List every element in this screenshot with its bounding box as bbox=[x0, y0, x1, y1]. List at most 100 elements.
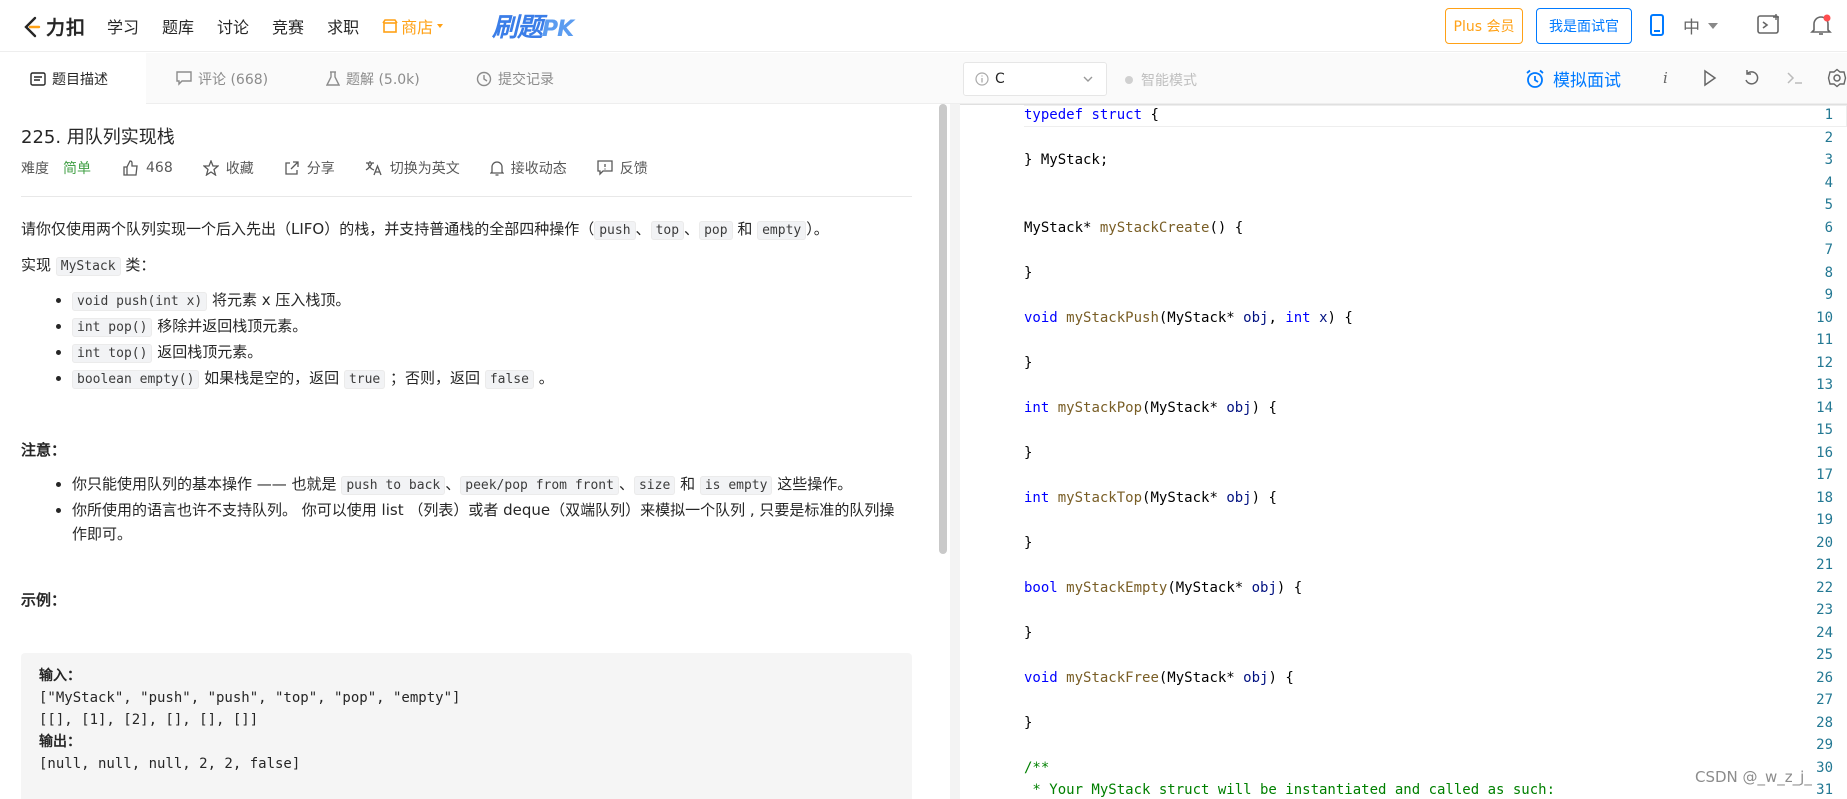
code-token: { bbox=[1142, 107, 1159, 123]
line-number: 10 bbox=[1816, 309, 1833, 326]
line-number: 8 bbox=[1824, 264, 1833, 281]
info-italic-icon[interactable]: i bbox=[1659, 68, 1673, 88]
code-token: myStackFree bbox=[1066, 669, 1159, 686]
code-line[interactable]: void myStackFree(MyStack* obj) { bbox=[1024, 670, 1294, 686]
run-icon[interactable] bbox=[1702, 68, 1718, 88]
tab-submissions-label: 提交记录 bbox=[498, 71, 554, 88]
code-token: } bbox=[1024, 534, 1033, 551]
line-number: 26 bbox=[1816, 669, 1833, 686]
plus-member-button[interactable]: Plus 会员 bbox=[1445, 8, 1523, 44]
reset-icon[interactable] bbox=[1743, 68, 1761, 88]
tab-solutions-label: 题解 (5.0k) bbox=[346, 71, 420, 88]
line-number: 6 bbox=[1824, 219, 1833, 236]
notification-bell-icon[interactable] bbox=[1810, 14, 1832, 36]
code-line[interactable]: int myStackTop(MyStack* obj) { bbox=[1024, 490, 1277, 506]
nav-learn[interactable]: 学习 bbox=[107, 14, 139, 38]
tab-solutions[interactable]: 题解 (5.0k) bbox=[296, 53, 446, 104]
mock-interview-button[interactable]: 模拟面试 bbox=[1525, 66, 1621, 91]
code-token: myStackCreate bbox=[1099, 219, 1210, 236]
tab-comments[interactable]: 评论 (668) bbox=[146, 53, 296, 104]
code-push: push bbox=[594, 221, 636, 240]
code-token: * Your MyStack struct will be instantiat… bbox=[1024, 782, 1556, 798]
list-item: 你只能使用队列的基本操作 —— 也就是 push to back、peek/po… bbox=[72, 472, 921, 498]
line-number: 17 bbox=[1816, 467, 1833, 483]
share-button[interactable]: 分享 bbox=[284, 158, 335, 178]
code-token: int bbox=[1285, 309, 1311, 326]
code-line[interactable]: } bbox=[1024, 265, 1032, 281]
code-line[interactable]: void myStackPush(MyStack* obj, int x) { bbox=[1024, 310, 1353, 326]
impl-text: 类： bbox=[120, 256, 156, 274]
console-icon[interactable] bbox=[1786, 68, 1804, 88]
example-input-line: [[], [1], [2], [], [], []] bbox=[39, 712, 259, 728]
code-line[interactable]: MyStack* myStackCreate() { bbox=[1024, 220, 1243, 236]
code-is-empty: is empty bbox=[699, 476, 773, 495]
brush-pk-banner[interactable]: 刷题PK bbox=[492, 7, 574, 44]
code-token: obj bbox=[1226, 399, 1252, 416]
code-line[interactable]: } MyStack; bbox=[1024, 152, 1108, 168]
code-line[interactable]: } bbox=[1024, 445, 1032, 461]
code-token: (MyStack* bbox=[1158, 669, 1244, 686]
tab-description[interactable]: 题目描述 bbox=[0, 53, 146, 104]
code-token: myStackEmpty bbox=[1066, 579, 1168, 596]
code-line[interactable]: } bbox=[1024, 715, 1032, 731]
example-output-line: [null, null, null, 2, 2, false] bbox=[39, 756, 301, 772]
pk-suffix: PK bbox=[542, 17, 574, 42]
nav-discuss[interactable]: 讨论 bbox=[217, 14, 249, 38]
leetcode-logo[interactable]: 力扣 bbox=[20, 13, 86, 40]
playground-icon[interactable] bbox=[1757, 14, 1781, 36]
list-item: void push(int x) 将元素 x 压入栈顶。 bbox=[72, 288, 921, 314]
description-scrollbar[interactable] bbox=[939, 104, 947, 554]
code-token: struct bbox=[1091, 107, 1143, 123]
nav-jobs[interactable]: 求职 bbox=[327, 14, 359, 38]
note-sep: 、 bbox=[445, 475, 461, 493]
star-icon bbox=[202, 160, 219, 176]
nav-contest[interactable]: 竞赛 bbox=[272, 14, 304, 38]
code-line[interactable]: } bbox=[1024, 625, 1032, 641]
code-line[interactable]: } bbox=[1024, 355, 1032, 371]
code-token: } MyStack; bbox=[1024, 152, 1109, 168]
code-token: myStackPop bbox=[1057, 399, 1143, 416]
language-switcher[interactable]: 中 bbox=[1683, 13, 1718, 38]
method-text: 。 bbox=[533, 369, 554, 387]
implement-line: 实现 MyStack 类： bbox=[21, 253, 921, 279]
code-token: , bbox=[1268, 309, 1286, 326]
feedback-button[interactable]: 反馈 bbox=[597, 158, 648, 178]
example-output-label: 输出： bbox=[39, 734, 81, 750]
list-item: boolean empty() 如果栈是空的，返回 true ；否则，返回 fa… bbox=[72, 366, 921, 392]
method-list: void push(int x) 将元素 x 压入栈顶。 int pop() 移… bbox=[21, 288, 921, 392]
code-line[interactable]: /** bbox=[1024, 760, 1049, 776]
language-select[interactable]: C bbox=[963, 62, 1107, 96]
subscribe-button[interactable]: 接收动态 bbox=[489, 158, 567, 178]
collect-button[interactable]: 收藏 bbox=[202, 158, 254, 178]
tab-submissions[interactable]: 提交记录 bbox=[446, 53, 554, 104]
like-button[interactable]: 468 bbox=[123, 160, 173, 176]
code-token: ) { bbox=[1251, 489, 1277, 506]
smart-mode-toggle[interactable]: 智能模式 bbox=[1125, 70, 1197, 90]
line-number: 16 bbox=[1816, 444, 1833, 461]
tab-description-label: 题目描述 bbox=[52, 71, 108, 88]
code-token: ) { bbox=[1276, 579, 1303, 596]
code-line[interactable]: int myStackPop(MyStack* obj) { bbox=[1024, 400, 1277, 416]
code-line[interactable]: * Your MyStack struct will be instantiat… bbox=[1024, 782, 1555, 798]
settings-gear-icon[interactable] bbox=[1827, 68, 1847, 88]
difficulty-label: 难度 bbox=[21, 161, 49, 177]
line-number: 18 bbox=[1816, 489, 1833, 506]
intro-end: ）。 bbox=[806, 220, 829, 238]
code-line[interactable]: } bbox=[1024, 535, 1032, 551]
collect-label: 收藏 bbox=[225, 161, 254, 177]
code-line[interactable]: bool myStackEmpty(MyStack* obj) { bbox=[1024, 580, 1302, 596]
code-editor[interactable]: 1 typedef struct {2 3} MyStack; 4 5 6 MyStack*… bbox=[960, 104, 1847, 799]
interviewer-button[interactable]: 我是面试官 bbox=[1536, 8, 1632, 44]
nav-shop[interactable]: 商店 bbox=[382, 14, 444, 38]
code-token: typedef bbox=[1024, 107, 1084, 123]
chevron-down-icon bbox=[437, 24, 444, 28]
pane-splitter[interactable] bbox=[950, 104, 960, 799]
line-number: 15 bbox=[1816, 422, 1833, 438]
nav-problemset[interactable]: 题库 bbox=[162, 14, 194, 38]
note-text: 这些操作。 bbox=[772, 475, 853, 493]
mobile-icon[interactable] bbox=[1650, 14, 1664, 36]
code-line[interactable]: typedef struct { bbox=[1024, 107, 1159, 123]
switch-english-button[interactable]: 切换为英文 bbox=[365, 158, 460, 178]
